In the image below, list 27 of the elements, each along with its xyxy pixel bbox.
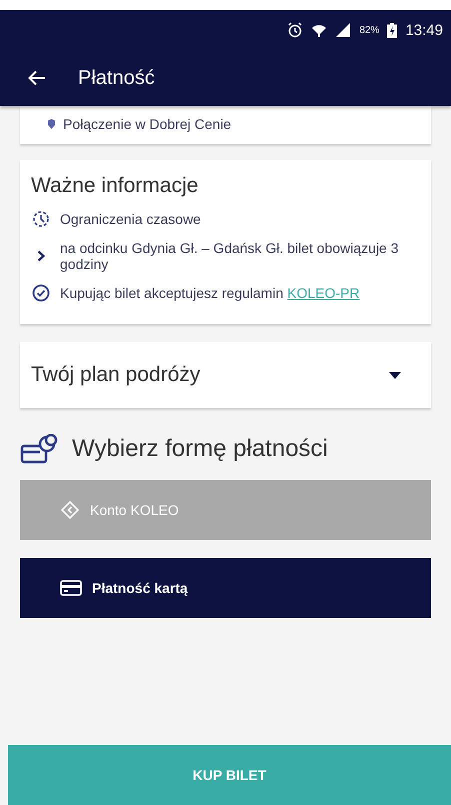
info-text: na odcinku Gdynia Gł. – Gdańsk Gł. bilet obowiązuje 3 godziny	[60, 240, 400, 272]
terms-link[interactable]: KOLEO-PR	[287, 285, 360, 301]
diamond-icon	[60, 500, 80, 520]
travel-plan-dropdown[interactable]: Twój plan podróży	[20, 342, 431, 408]
payment-option[interactable]: Konto KOLEO	[20, 480, 431, 540]
info-text: Ograniczenia czasowe	[60, 211, 201, 227]
clock-time: 13:49	[405, 22, 443, 38]
buy-ticket-button[interactable]: KUP BILET	[8, 745, 451, 805]
info-text: Kupując bilet akceptujesz regulamin KOLEO-PR	[60, 285, 360, 301]
clock-icon	[32, 210, 50, 228]
alarm-clock-icon	[287, 22, 304, 38]
dropdown-label: Twój plan podróży	[31, 363, 200, 387]
battery-percent: 82%	[359, 24, 380, 36]
screen-title: Płatność	[78, 66, 155, 90]
battery-charging-icon	[387, 22, 398, 38]
signal-icon	[335, 23, 352, 37]
back-arrow-icon[interactable]	[28, 70, 46, 86]
note-text: Połączenie w Dobrej Cenie	[63, 116, 232, 132]
wallet-coins-icon	[20, 434, 58, 464]
card-icon	[60, 580, 82, 596]
payment-option[interactable]: Płatność kartą	[20, 558, 431, 618]
shield-icon	[48, 119, 55, 129]
wifi-icon	[311, 22, 328, 38]
section-title: Wybierz formę płatności	[72, 435, 328, 463]
card-title: Ważne informacje	[31, 174, 200, 198]
check-circle-icon	[32, 284, 50, 302]
chevron-icon	[37, 250, 45, 262]
